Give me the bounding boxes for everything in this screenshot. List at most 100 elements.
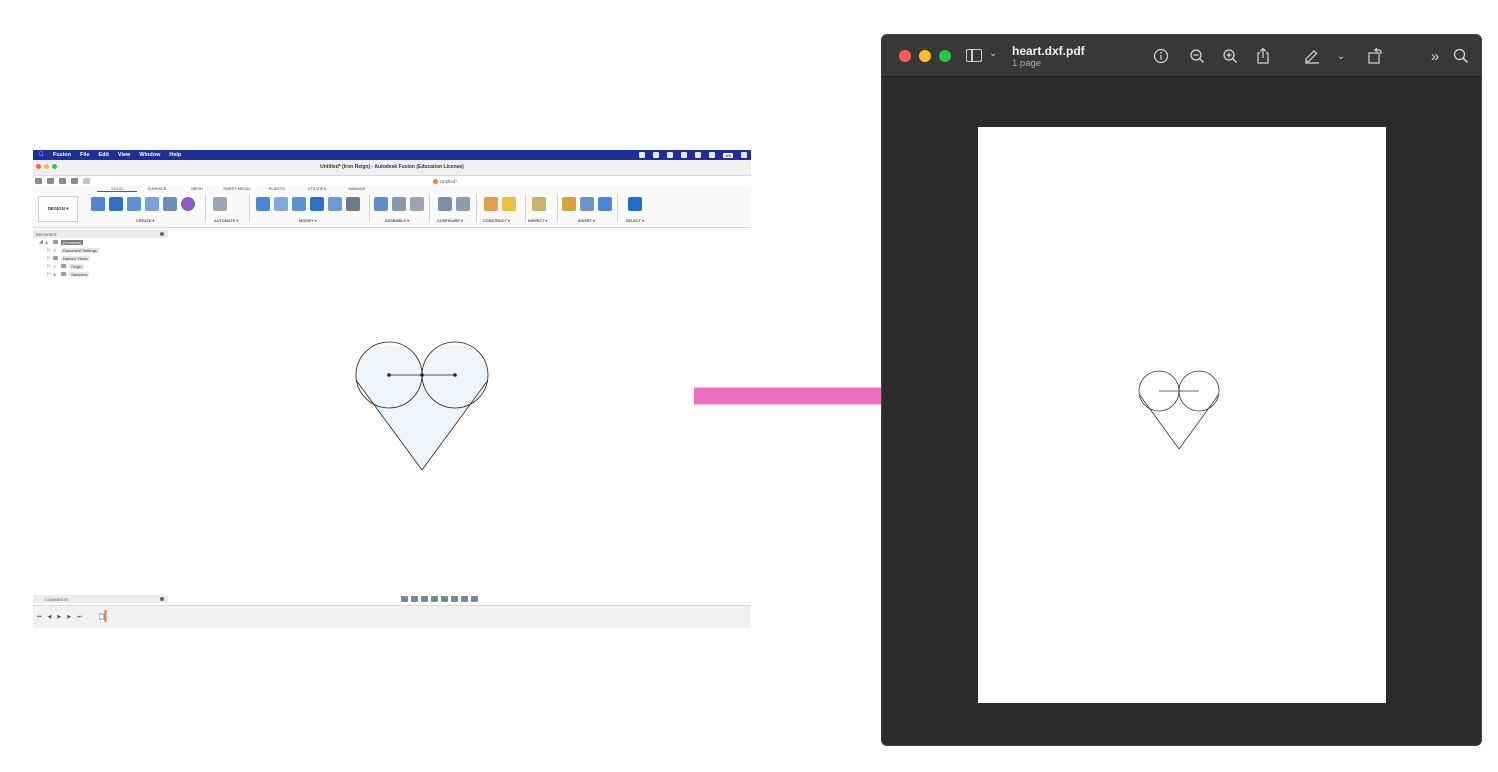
shell-icon[interactable] <box>310 197 324 211</box>
menu-view[interactable]: View <box>118 152 130 158</box>
tray-cloud-icon[interactable] <box>653 152 660 158</box>
chevron-down-icon[interactable]: ⌄ <box>989 48 997 59</box>
group-select[interactable]: SELECT ▾ <box>626 218 644 223</box>
timeline-prev-button[interactable]: ◀ <box>48 614 52 620</box>
tab-mesh[interactable]: MESH <box>177 186 217 192</box>
automate-icon[interactable] <box>213 197 227 211</box>
pin-icon[interactable] <box>160 232 164 236</box>
tray-app-icon[interactable] <box>639 152 646 158</box>
menu-window[interactable]: Window <box>139 152 160 158</box>
combine-icon[interactable] <box>328 197 342 211</box>
tray-display-icon[interactable] <box>667 152 674 158</box>
sidebar-icon[interactable] <box>966 49 982 62</box>
group-modify[interactable]: MODIFY ▾ <box>299 218 317 223</box>
new-component-icon[interactable] <box>374 197 388 211</box>
axis-icon[interactable] <box>502 197 516 211</box>
group-automate[interactable]: AUTOMATE ▾ <box>214 218 238 223</box>
tab-surface[interactable]: SURFACE <box>137 186 177 192</box>
pan-icon[interactable] <box>421 596 428 602</box>
revolve-icon[interactable] <box>127 197 141 211</box>
visibility-icon[interactable]: ◉ <box>53 272 59 277</box>
zoom-in-icon[interactable] <box>1219 45 1241 67</box>
create-sketch-icon[interactable] <box>91 197 105 211</box>
workspace-switcher[interactable]: DESIGN ▾ <box>38 196 78 222</box>
group-construct[interactable]: CONSTRUCT ▾ <box>483 218 510 223</box>
file-icon[interactable] <box>47 178 54 184</box>
visibility-icon[interactable]: ◉ <box>45 240 51 245</box>
joint-icon[interactable] <box>392 197 406 211</box>
document-tab[interactable]: Untitled* <box>433 179 457 184</box>
hole-icon[interactable] <box>145 197 159 211</box>
move-icon[interactable] <box>346 197 360 211</box>
redo-icon[interactable] <box>83 178 90 184</box>
group-configure[interactable]: CONFIGURE ▾ <box>437 218 463 223</box>
markup-icon[interactable] <box>1301 45 1323 67</box>
tray-grad-icon[interactable] <box>695 152 702 158</box>
pattern-icon[interactable] <box>163 197 177 211</box>
insert-derive-icon[interactable] <box>562 197 576 211</box>
visibility-off-icon[interactable]: ◉ <box>53 264 59 269</box>
display-settings-icon[interactable] <box>451 596 458 602</box>
browser-item-origin[interactable]: ▷ ◉ Origin <box>33 262 168 270</box>
save-icon[interactable] <box>59 178 66 184</box>
grid-icon[interactable] <box>35 178 42 184</box>
tab-solid[interactable]: SOLID <box>97 186 137 192</box>
browser-header[interactable]: BROWSER <box>33 230 168 238</box>
timeline-end-button[interactable]: ⏭ <box>77 614 82 620</box>
press-pull-icon[interactable] <box>256 197 270 211</box>
table-icon[interactable] <box>456 197 470 211</box>
rotate-icon[interactable] <box>1364 45 1386 67</box>
grid-settings-icon[interactable] <box>461 596 468 602</box>
menu-help[interactable]: Help <box>169 152 181 158</box>
insert-image-icon[interactable] <box>598 197 612 211</box>
comments-panel[interactable]: COMMENTS <box>33 595 168 603</box>
add-comment-icon[interactable] <box>160 597 164 601</box>
tab-plastic[interactable]: PLASTIC <box>257 186 297 192</box>
tab-utilities[interactable]: UTILITIES <box>297 186 337 192</box>
group-create[interactable]: CREATE ▾ <box>136 218 154 223</box>
share-icon[interactable] <box>1252 45 1274 67</box>
close-button[interactable] <box>899 50 911 62</box>
browser-item-named-views[interactable]: ▷ Named Views <box>33 254 168 262</box>
form-icon[interactable] <box>181 197 195 211</box>
apple-icon[interactable]:  <box>39 152 49 158</box>
zoom-button[interactable] <box>939 50 951 62</box>
browser-item-document-settings[interactable]: ▷ ⚙ Document Settings <box>33 246 168 254</box>
look-at-icon[interactable] <box>411 596 418 602</box>
select-icon[interactable] <box>628 197 642 211</box>
menu-file[interactable]: File <box>80 152 89 158</box>
measure-icon[interactable] <box>532 197 546 211</box>
zoom-icon[interactable] <box>431 596 438 602</box>
left-center-point[interactable] <box>387 373 391 377</box>
group-inspect[interactable]: INSPECT ▾ <box>528 218 547 223</box>
insert-mesh-icon[interactable] <box>580 197 594 211</box>
heart-sketch[interactable] <box>354 340 490 470</box>
offset-plane-icon[interactable] <box>484 197 498 211</box>
minimize-button[interactable] <box>919 50 931 62</box>
browser-root[interactable]: ◢ ◉ (Unsaved) <box>33 238 168 246</box>
tray-battery-icon[interactable] <box>741 152 747 158</box>
info-icon[interactable] <box>1150 45 1172 67</box>
orbit-icon[interactable] <box>401 596 408 602</box>
tab-manage[interactable]: MANAGE <box>337 186 377 192</box>
undo-icon[interactable] <box>71 178 78 184</box>
search-icon[interactable] <box>1450 45 1472 67</box>
timeline-play-button[interactable]: ▶ <box>57 614 61 620</box>
more-icon[interactable]: » <box>1424 45 1446 67</box>
browser-item-sketches[interactable]: ▷ ◉ Sketches <box>33 270 168 278</box>
tab-sheet-metal[interactable]: SHEET METAL <box>217 186 257 192</box>
menu-app-name[interactable]: Fusion <box>53 152 71 158</box>
group-assemble[interactable]: ASSEMBLE ▾ <box>385 218 409 223</box>
menu-edit[interactable]: Edit <box>99 152 109 158</box>
group-insert[interactable]: INSERT ▾ <box>578 218 595 223</box>
viewports-icon[interactable] <box>471 596 478 602</box>
tray-record-icon[interactable] <box>681 152 688 158</box>
tray-bluetooth-icon[interactable] <box>709 152 716 158</box>
zoom-out-icon[interactable] <box>1186 45 1208 67</box>
right-center-point[interactable] <box>453 373 457 377</box>
tray-input-badge[interactable]: US <box>723 152 733 158</box>
midpoint[interactable] <box>420 373 424 377</box>
configure-icon[interactable] <box>438 197 452 211</box>
extrude-icon[interactable] <box>109 197 123 211</box>
fillet-icon[interactable] <box>274 197 288 211</box>
